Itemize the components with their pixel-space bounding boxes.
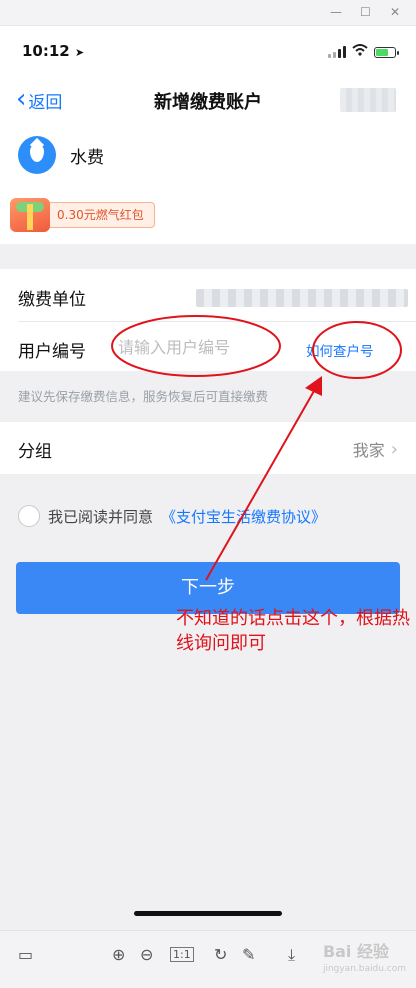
- blurred-header-content: [340, 88, 396, 112]
- service-header: 水费: [18, 136, 104, 174]
- agreement-text: 我已阅读并同意: [48, 507, 154, 526]
- agreement-row: 我已阅读并同意 《支付宝生活缴费协议》: [18, 505, 326, 527]
- service-name: 水费: [70, 147, 104, 168]
- watermark-text: Bai 经验: [322, 942, 389, 961]
- agreement-link[interactable]: 《支付宝生活缴费协议》: [161, 506, 326, 527]
- annotation-arrow-line: [205, 383, 319, 581]
- promo-banner[interactable]: 0.30元燃气红包: [10, 198, 162, 232]
- zoom-out-icon[interactable]: ⊖: [140, 945, 153, 964]
- unit-value-blurred[interactable]: [196, 289, 408, 307]
- unit-label: 缴费单位: [18, 290, 86, 310]
- zoom-in-icon[interactable]: ⊕: [112, 945, 125, 964]
- water-drop-icon: [18, 136, 56, 174]
- minimize-icon[interactable]: —: [330, 5, 342, 19]
- maximize-icon[interactable]: ☐: [360, 5, 371, 19]
- annotation-arrowhead: [305, 376, 322, 396]
- panel-icon[interactable]: ▭: [18, 945, 33, 964]
- chevron-right-icon: ›: [390, 438, 398, 460]
- download-icon[interactable]: ⤓: [288, 945, 295, 965]
- actual-size-icon[interactable]: 1:1: [170, 947, 194, 962]
- battery-icon: [374, 46, 399, 58]
- watermark: Bai 经验 jingyan.baidu.com: [323, 938, 406, 974]
- hint-text: 建议先保存缴费信息，服务恢复后可直接缴费: [18, 389, 269, 404]
- howto-link[interactable]: 如何查户号: [306, 340, 374, 360]
- rotate-icon[interactable]: ↻: [214, 945, 227, 964]
- user-no-label: 用户编号: [18, 342, 86, 362]
- group-label: 分组: [18, 442, 52, 462]
- home-indicator[interactable]: [134, 911, 282, 916]
- viewer-titlebar: — ☐ ✕: [0, 0, 416, 26]
- watermark-subtext: jingyan.baidu.com: [322, 964, 406, 974]
- agree-checkbox[interactable]: [18, 505, 40, 527]
- row-divider: [18, 321, 416, 322]
- annotation-note: 不知道的话点击这个，根据热线询问即可: [176, 608, 410, 654]
- gift-bag-icon: [10, 198, 50, 232]
- location-icon: ➤: [74, 46, 85, 59]
- cellular-signal-icon: [328, 46, 346, 58]
- user-no-input[interactable]: [118, 338, 288, 357]
- status-time: 10:12 ➤: [22, 42, 85, 60]
- close-icon[interactable]: ✕: [390, 5, 400, 19]
- status-icons: [328, 44, 399, 60]
- wifi-icon: [352, 44, 368, 60]
- group-value-text: 我家: [352, 441, 385, 460]
- group-value[interactable]: 我家 ›: [353, 437, 398, 461]
- edit-icon[interactable]: ✎: [242, 945, 255, 964]
- promo-label: 0.30元燃气红包: [46, 202, 155, 228]
